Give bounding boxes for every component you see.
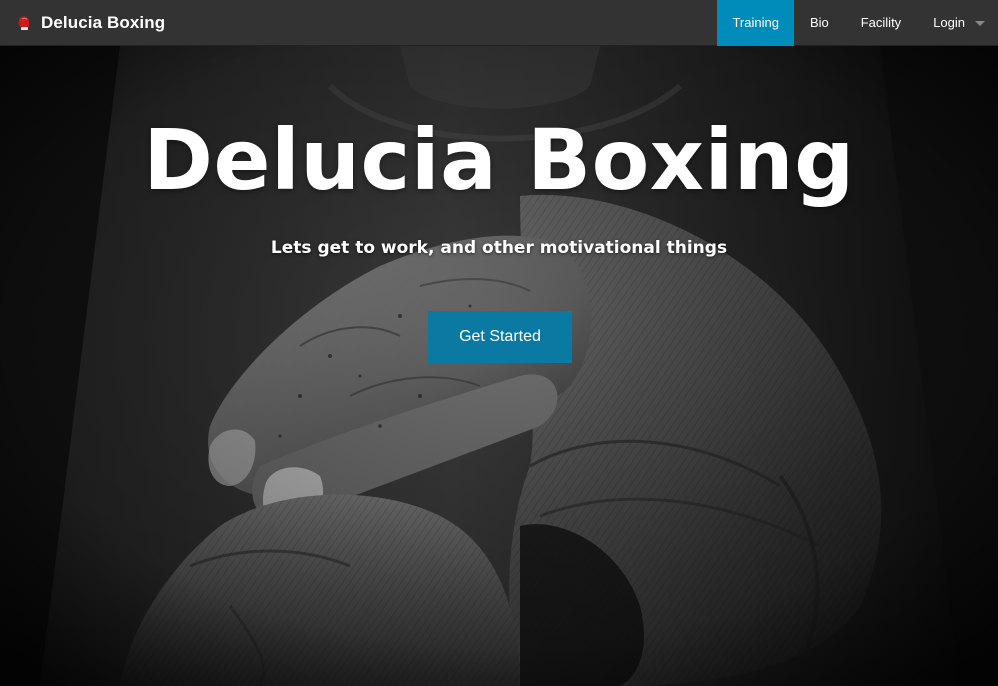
top-navbar: Delucia Boxing Training Bio Facility Log… xyxy=(0,0,998,46)
nav-item-label: Bio xyxy=(809,15,829,30)
caret-down-icon xyxy=(975,20,985,26)
nav-item-bio[interactable]: Bio xyxy=(794,0,845,46)
boxing-glove-icon xyxy=(16,15,32,31)
nav-item-training[interactable]: Training xyxy=(717,0,794,46)
nav-item-facility[interactable]: Facility xyxy=(845,0,917,46)
nav-item-login-dropdown[interactable]: Login xyxy=(917,0,998,46)
get-started-button[interactable]: Get Started xyxy=(428,311,572,363)
brand-name: Delucia Boxing xyxy=(41,12,166,32)
hero-subtitle: Lets get to work, and other motivational… xyxy=(270,238,728,258)
nav-item-label: Facility xyxy=(860,15,902,30)
hero-section: Delucia Boxing Lets get to work, and oth… xyxy=(0,46,998,686)
brand-link[interactable]: Delucia Boxing xyxy=(0,0,165,46)
nav-item-label: Login xyxy=(933,15,965,30)
nav-item-label: Training xyxy=(732,15,779,30)
nav-menu: Training Bio Facility Login xyxy=(717,0,998,46)
hero-title: Delucia Boxing xyxy=(143,111,855,209)
